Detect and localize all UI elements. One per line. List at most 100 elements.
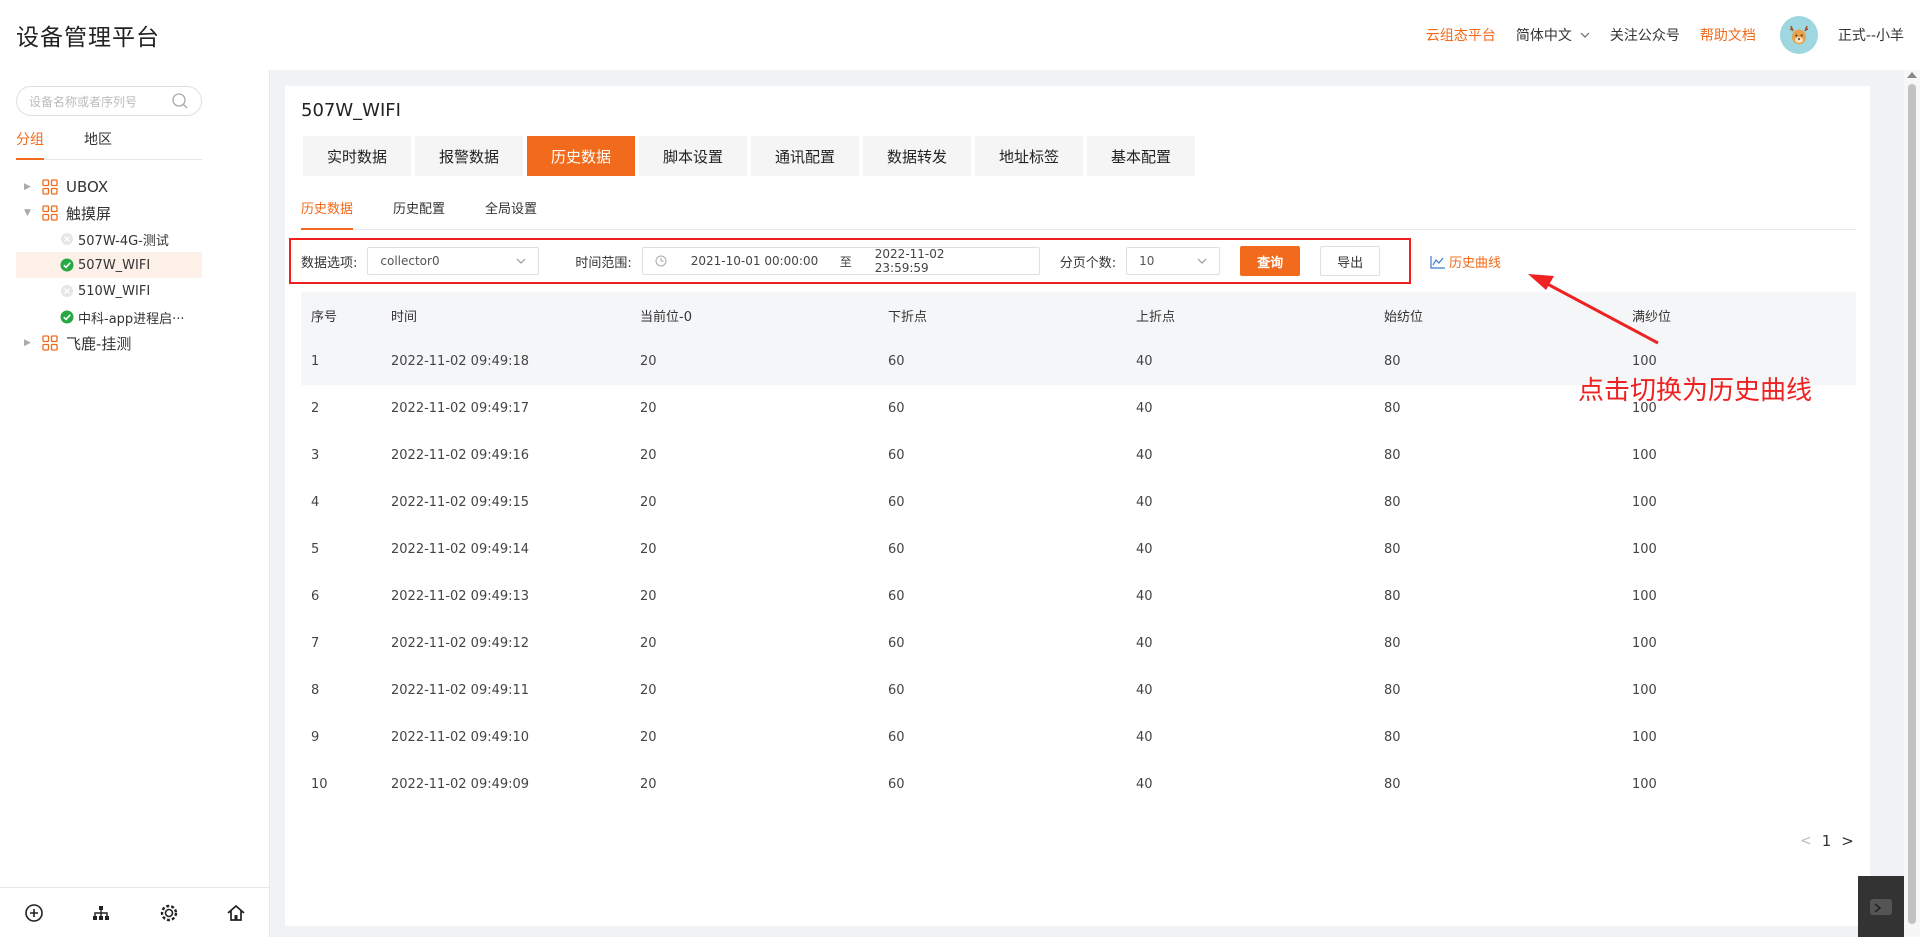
table-row[interactable]: 8 2022-11-02 09:49:11 20 60 40 80 100 xyxy=(301,667,1856,714)
sidebar-tabs: 分组 地区 xyxy=(16,130,202,160)
search-icon[interactable] xyxy=(171,92,189,110)
tree-group-ubox[interactable]: ▶ UBOX xyxy=(16,174,202,200)
table-cell: 3 xyxy=(311,448,320,463)
table-row[interactable]: 3 2022-11-02 09:49:16 20 60 40 80 100 xyxy=(301,432,1856,479)
data-option-value: collector0 xyxy=(380,254,440,268)
prev-page-icon[interactable]: < xyxy=(1800,833,1812,849)
table-cell: 20 xyxy=(630,338,878,385)
table-cell: 2022-11-02 09:49:17 xyxy=(391,401,530,416)
tree-group-touchscreen[interactable]: ▼ 触摸屏 xyxy=(16,200,202,226)
tab-group[interactable]: 分组 xyxy=(16,130,44,160)
tab-alarm-data[interactable]: 报警数据 xyxy=(415,136,523,176)
table-cell: 60 xyxy=(888,636,905,651)
subtab-global-settings[interactable]: 全局设置 xyxy=(485,200,537,230)
caret-down-icon[interactable]: ▼ xyxy=(24,208,36,218)
page-size-value: 10 xyxy=(1139,254,1155,268)
cloud-platform-link[interactable]: 云组态平台 xyxy=(1426,25,1496,45)
tab-data-forward[interactable]: 数据转发 xyxy=(863,136,971,176)
tree-label: 中科-app进程启··· xyxy=(78,311,185,327)
table-cell: 60 xyxy=(888,730,905,745)
device-search-input[interactable]: 设备名称或者序列号 xyxy=(16,86,202,116)
table-row[interactable]: 10 2022-11-02 09:49:09 20 60 40 80 100 xyxy=(301,761,1856,808)
tree-device-510w-wifi[interactable]: 510W_WIFI xyxy=(16,278,202,304)
table-cell: 80 xyxy=(1384,777,1401,792)
tree-label: UBOX xyxy=(66,178,109,196)
query-button[interactable]: 查询 xyxy=(1240,246,1301,276)
avatar[interactable] xyxy=(1779,16,1818,54)
table-cell: 2022-11-02 09:49:12 xyxy=(391,636,530,651)
table-row[interactable]: 6 2022-11-02 09:49:13 20 60 40 80 100 xyxy=(301,573,1856,620)
tree-device-507w-wifi[interactable]: 507W_WIFI xyxy=(16,252,202,278)
table-cell: 60 xyxy=(888,683,905,698)
col-header: 序号 xyxy=(301,292,381,338)
follow-account-link[interactable]: 关注公众号 xyxy=(1610,25,1680,45)
table-cell: 2 xyxy=(311,401,320,416)
table-cell: 40 xyxy=(1136,730,1153,745)
add-circle-icon[interactable] xyxy=(24,903,44,923)
tree-device-zhongke-app[interactable]: 中科-app进程启··· xyxy=(16,304,202,330)
time-range-picker[interactable]: 2021-10-01 00:00:00 至 2022-11-02 23:59:5… xyxy=(641,247,1040,275)
tab-address-tags[interactable]: 地址标签 xyxy=(975,136,1083,176)
scrollbar-thumb[interactable] xyxy=(1908,84,1916,924)
online-status-icon xyxy=(60,258,74,272)
table-cell: 40 xyxy=(1136,777,1153,792)
page-size-select[interactable]: 10 xyxy=(1126,247,1221,275)
table-row[interactable]: 4 2022-11-02 09:49:15 20 60 40 80 100 xyxy=(301,479,1856,526)
table-cell: 20 xyxy=(640,589,657,604)
table-cell: 5 xyxy=(311,542,320,557)
table-cell: 40 xyxy=(1126,338,1374,385)
username[interactable]: 正式--小羊 xyxy=(1838,25,1904,45)
caret-right-icon[interactable]: ▶ xyxy=(24,338,36,348)
table-cell: 80 xyxy=(1384,683,1401,698)
start-time[interactable]: 2021-10-01 00:00:00 xyxy=(691,254,831,268)
home-icon[interactable] xyxy=(226,903,246,923)
history-curve-link[interactable]: 历史曲线 xyxy=(1430,252,1501,271)
chat-icon xyxy=(1870,898,1892,915)
end-time[interactable]: 2022-11-02 23:59:59 xyxy=(861,247,1001,275)
chat-widget[interactable] xyxy=(1858,876,1904,937)
export-button[interactable]: 导出 xyxy=(1320,246,1381,276)
table-body: 1 2022-11-02 09:49:18 20 60 40 80 100 2 2022-11-… xyxy=(301,338,1856,808)
tab-region[interactable]: 地区 xyxy=(84,130,112,160)
caret-right-icon[interactable]: ▶ xyxy=(24,182,36,192)
table-cell: 100 xyxy=(1632,683,1657,698)
settings-icon[interactable] xyxy=(159,903,179,923)
col-header: 下折点 xyxy=(878,292,1126,338)
table-cell: 100 xyxy=(1632,589,1657,604)
scroll-up-icon[interactable] xyxy=(1907,72,1917,78)
filter-bar: 数据选项: collector0 时间范围: 2021-10-01 00:00:… xyxy=(289,238,1411,284)
page-size-label: 分页个数: xyxy=(1059,255,1117,271)
tab-history-data[interactable]: 历史数据 xyxy=(527,136,635,176)
table-row[interactable]: 9 2022-11-02 09:49:10 20 60 40 80 100 xyxy=(301,714,1856,761)
tab-realtime-data[interactable]: 实时数据 xyxy=(303,136,411,176)
table-cell: 2022-11-02 09:49:18 xyxy=(381,338,630,385)
help-docs-link[interactable]: 帮助文档 xyxy=(1700,25,1756,45)
table-cell: 10 xyxy=(311,777,328,792)
tree-group-feilu[interactable]: ▶ 飞鹿-挂测 xyxy=(16,330,202,356)
scrollbar[interactable] xyxy=(1904,70,1920,937)
tree-device-507w-4g[interactable]: 507W-4G-测试 xyxy=(16,226,202,252)
col-header: 满纱位 xyxy=(1622,292,1856,338)
search-placeholder: 设备名称或者序列号 xyxy=(29,94,138,109)
tree-label: 触摸屏 xyxy=(66,204,112,223)
current-page[interactable]: 1 xyxy=(1822,832,1832,850)
tab-script-settings[interactable]: 脚本设置 xyxy=(639,136,747,176)
org-tree-icon[interactable] xyxy=(91,903,111,923)
table-cell: 60 xyxy=(878,338,1126,385)
subtab-history-config[interactable]: 历史配置 xyxy=(393,200,445,230)
tree-label: 507W_WIFI xyxy=(78,257,151,273)
table-row[interactable]: 7 2022-11-02 09:49:12 20 60 40 80 100 xyxy=(301,620,1856,667)
language-select[interactable]: 简体中文 xyxy=(1516,25,1590,45)
table-cell: 60 xyxy=(888,495,905,510)
device-tree: ▶ UBOX ▼ 触摸屏 507W-4G-测试 507W_WIFI 510W_W… xyxy=(16,174,202,356)
range-separator: 至 xyxy=(839,254,852,269)
header-actions: 云组态平台 简体中文 关注公众号 帮助文档 正式--小羊 xyxy=(1426,16,1904,54)
subtab-history-data[interactable]: 历史数据 xyxy=(301,200,354,230)
table-row[interactable]: 5 2022-11-02 09:49:14 20 60 40 80 100 xyxy=(301,526,1856,573)
tab-comm-config[interactable]: 通讯配置 xyxy=(751,136,859,176)
clock-icon xyxy=(655,255,667,267)
next-page-icon[interactable]: > xyxy=(1841,832,1854,850)
data-option-select[interactable]: collector0 xyxy=(367,247,540,275)
tab-basic-config[interactable]: 基本配置 xyxy=(1087,136,1195,176)
table-cell: 20 xyxy=(640,542,657,557)
